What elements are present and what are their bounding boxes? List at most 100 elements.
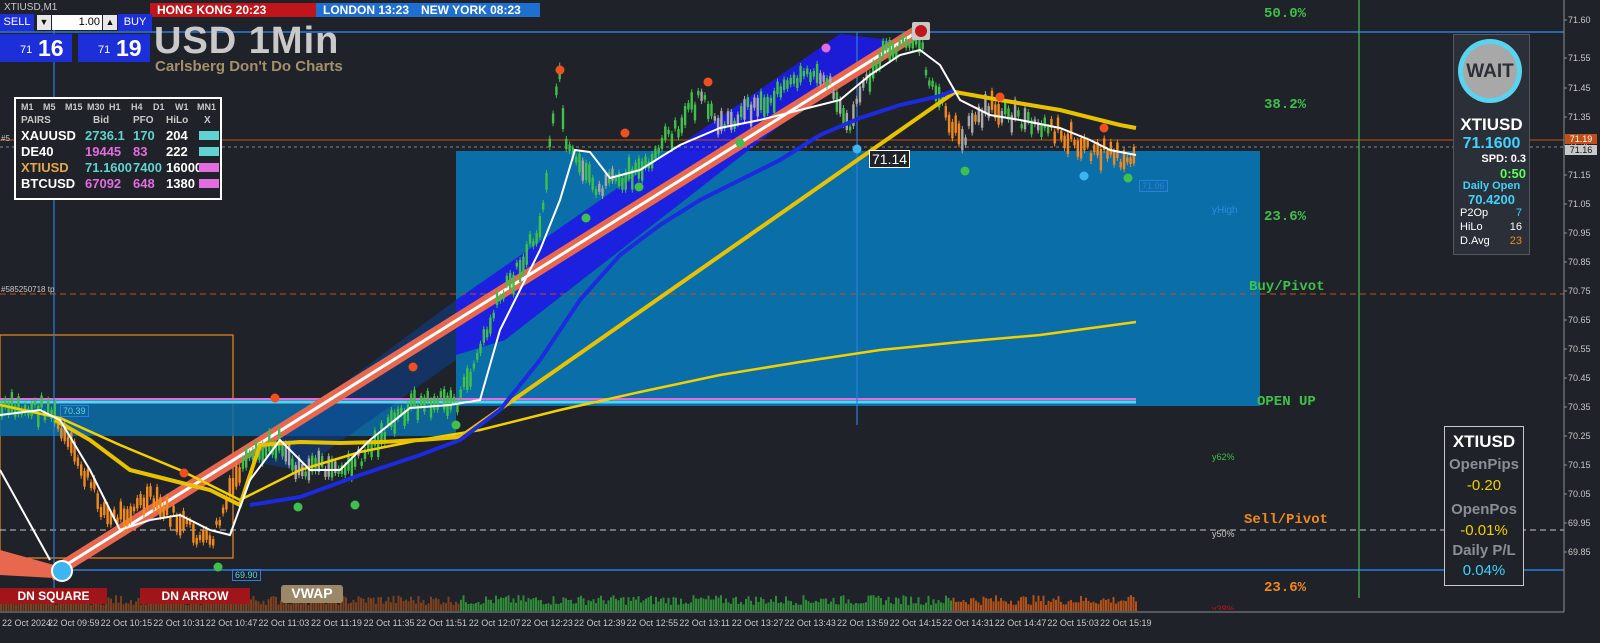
dn-square-label[interactable]: DN SQUARE — [0, 588, 107, 604]
timeframe-h4[interactable]: H4 — [131, 102, 143, 112]
volume-bar — [852, 604, 855, 611]
volume-bar — [422, 600, 425, 611]
candle — [657, 147, 660, 154]
info-panel: WAIT XTIUSD 71.1600 SPD: 0.3 0:50 Daily … — [1453, 34, 1530, 255]
candle — [360, 461, 363, 466]
price-tag-left-bottom: 69.90 — [232, 569, 261, 581]
volume-bar — [525, 601, 527, 611]
candle — [327, 456, 330, 477]
volume-bar — [952, 597, 955, 611]
volume-bar — [187, 604, 190, 611]
volume-bar — [1007, 603, 1010, 611]
volume-bar — [325, 603, 327, 611]
volume-bar — [805, 599, 807, 611]
volume-bar — [652, 604, 655, 611]
candle — [515, 262, 518, 267]
candle — [195, 537, 198, 545]
volume-bar — [600, 595, 602, 611]
candle — [799, 66, 802, 83]
timeframe-h1[interactable]: H1 — [109, 102, 121, 112]
volume-bar — [1087, 600, 1090, 611]
volume-bar — [372, 597, 375, 611]
candle — [674, 120, 677, 129]
timeframe-m30[interactable]: M30 — [87, 102, 105, 112]
volume-bar — [150, 602, 152, 611]
cell-pfo: 170 — [133, 128, 155, 143]
cell-swatch — [199, 179, 219, 188]
sell-button[interactable]: SELL — [0, 14, 34, 31]
volume-bar — [397, 595, 400, 611]
vwap-label[interactable]: VWAP — [281, 585, 343, 603]
volume-bar — [740, 601, 742, 611]
volume-bar — [707, 595, 710, 611]
session-hong-kong: HONG KONG 20:23 — [150, 3, 324, 17]
time-axis-label: 22 Oct 09:59 — [48, 618, 100, 628]
candle — [149, 486, 152, 497]
timeframe-m15[interactable]: M15 — [65, 102, 83, 112]
time-axis-label: 22 Oct 10:31 — [153, 618, 205, 628]
candle — [1076, 140, 1079, 157]
dn-arrow-label[interactable]: DN ARROW — [140, 588, 250, 604]
candle — [469, 371, 472, 387]
timeframe-w1[interactable]: W1 — [175, 102, 189, 112]
volume-bar — [1050, 601, 1052, 611]
time-axis-label: 22 Oct 10:15 — [101, 618, 153, 628]
lot-input[interactable]: 1.00 — [52, 15, 102, 30]
candle — [832, 91, 835, 100]
volume-bar — [915, 603, 917, 611]
volume-bar — [270, 596, 272, 611]
volume-bar — [1060, 601, 1062, 611]
volume-bar — [775, 595, 777, 611]
sell-price-box[interactable]: 71 16 — [0, 34, 72, 62]
volume-bar — [415, 603, 417, 611]
time-axis-label: 22 Oct 11:35 — [364, 618, 415, 628]
lot-up-button[interactable]: ▲ — [103, 15, 117, 30]
candle — [1046, 126, 1050, 134]
time-axis-label: 22 Oct 12:55 — [627, 618, 679, 628]
volume-bar — [550, 604, 552, 611]
timeframe-m5[interactable]: M5 — [43, 102, 56, 112]
volume-bar — [617, 600, 620, 611]
volume-bar — [507, 595, 510, 611]
buy-price-box[interactable]: 71 19 — [78, 34, 150, 62]
volume-bar — [365, 602, 367, 611]
candle — [518, 260, 522, 282]
lot-down-button[interactable]: ▼ — [37, 15, 51, 30]
timeframe-mn1[interactable]: MN1 — [197, 102, 216, 112]
header-bid: Bid — [93, 115, 110, 126]
candle — [604, 173, 608, 186]
timeframe-m1[interactable]: M1 — [21, 102, 34, 112]
candle — [1073, 140, 1076, 146]
candle — [792, 74, 796, 84]
volume-bar — [1067, 601, 1070, 611]
volume-bar — [710, 599, 712, 611]
price-chart[interactable]: 71.6071.5571.4571.3571.2571.1571.0570.95… — [0, 0, 1600, 643]
op-pos-label: OpenPos — [1451, 501, 1517, 518]
candle — [693, 104, 697, 121]
candle — [393, 412, 396, 434]
volume-bar — [820, 598, 822, 611]
signal-dot — [451, 420, 461, 430]
candle — [291, 458, 294, 471]
candle — [611, 168, 614, 181]
volume-bar — [575, 603, 577, 611]
signal-dot — [634, 182, 644, 192]
target-flag-icon — [912, 22, 930, 40]
volume-bar — [1065, 604, 1067, 611]
wait-signal-label: WAIT — [1466, 61, 1514, 82]
volume-bar — [527, 597, 530, 611]
volume-bar — [1042, 595, 1045, 611]
volume-bar — [965, 602, 967, 611]
timeframe-d1[interactable]: D1 — [153, 102, 165, 112]
candle — [426, 390, 429, 402]
buy-button[interactable]: BUY — [118, 14, 152, 31]
volume-bar — [1075, 602, 1077, 611]
left-label-lower: #585250718 tp — [1, 285, 55, 294]
volume-bar — [1097, 603, 1100, 611]
time-axis-label: 22 Oct 14:31 — [942, 618, 994, 628]
volume-bar — [437, 599, 440, 611]
fib-label-50: 50.0% — [1264, 6, 1307, 22]
volume-bar — [1002, 600, 1005, 611]
candle — [1063, 135, 1066, 149]
volume-bar — [457, 603, 460, 611]
